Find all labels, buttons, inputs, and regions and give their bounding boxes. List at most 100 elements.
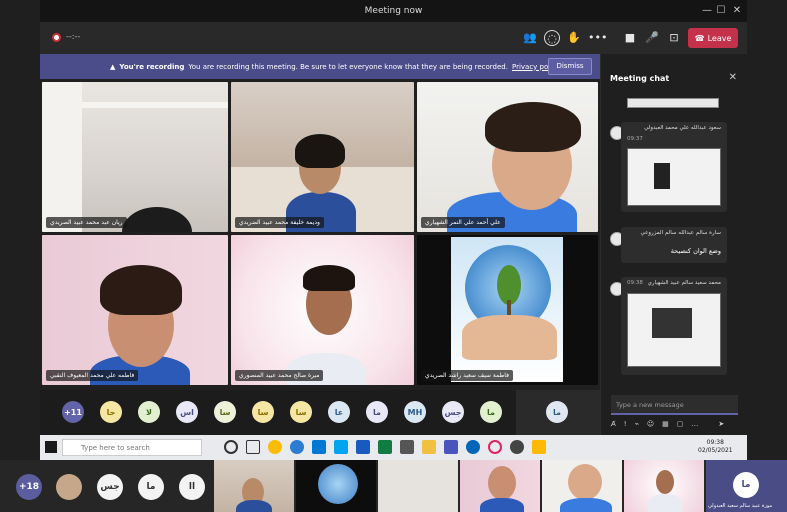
more-participants-badge[interactable]: +18 (16, 474, 42, 500)
participant-name: ميرة صالح محمد عبيد المنصوري (235, 370, 324, 381)
edge-new-icon[interactable] (466, 440, 480, 454)
video-thumbnail[interactable] (460, 460, 540, 512)
participant-avatar[interactable]: ما (480, 401, 502, 423)
taskbar-search-input[interactable]: Type here to search (62, 439, 202, 456)
participant-avatar[interactable]: جس (442, 401, 464, 423)
chat-title: Meeting chat (610, 74, 670, 83)
windows-start-icon[interactable] (45, 441, 57, 453)
participant-avatar[interactable]: لا (138, 401, 160, 423)
cortana-icon[interactable] (224, 440, 238, 454)
video-thumbnail[interactable] (296, 460, 376, 512)
chat-icon[interactable]: ◌ (544, 30, 560, 46)
participant-name: ريان عبد محمد عبيد الصريدي (46, 217, 127, 228)
video-tile[interactable]: علي أحمد علي النمر الشهياري (417, 82, 598, 232)
banner-heading: You're recording (119, 62, 185, 71)
participant-avatar[interactable]: سا (252, 401, 274, 423)
format-icon[interactable]: A̸ (611, 420, 616, 432)
video-thumbnail[interactable] (624, 460, 704, 512)
compose-toolbar: A̸ ! ⌁ ☺ ▦ ▢ … ➤ (611, 420, 741, 432)
participant-avatar-bar: +11 حا لا اس سا سا سا عا ما MH جس ما ما (40, 390, 600, 435)
chrome-icon[interactable] (268, 440, 282, 454)
chat-time: 09:38 (627, 280, 643, 286)
self-avatar: ما (733, 472, 759, 498)
video-grid: ريان عبد محمد عبيد الصريدي وديمة خليفة م… (40, 79, 600, 390)
store-icon[interactable] (400, 440, 414, 454)
sticky-notes-icon[interactable] (532, 440, 546, 454)
share-screen-icon[interactable]: ⊡ (666, 30, 682, 46)
chat-compose-input[interactable]: Type a new message (611, 395, 738, 415)
chat-message: محمد سعيد سالم عبيد الشهياري 09:38 (621, 277, 727, 375)
participant-avatar[interactable]: جس (97, 474, 123, 500)
meeting-toolbar: --:-- 👥 ◌ ✋ ••• ■ 🎤 ⊡ ☎ Leave (40, 22, 747, 54)
more-options-icon[interactable]: ••• (588, 30, 607, 46)
self-avatar[interactable]: ما (546, 401, 568, 423)
close-chat-icon[interactable]: ✕ (729, 72, 737, 83)
video-tile[interactable]: فاطمة سيف سعيد راشد الصريدي (417, 235, 598, 385)
participant-avatar[interactable]: MH (404, 401, 426, 423)
skype-icon[interactable] (334, 440, 348, 454)
meeting-timer: --:-- (66, 32, 81, 41)
video-thumbnail[interactable] (378, 460, 458, 512)
participants-icon[interactable]: 👥 (522, 30, 538, 46)
chat-message: سعود عبدالله علي محمد العبدولي 09:37 (621, 122, 727, 212)
clock-date: 02/05/2021 (698, 447, 733, 454)
opera-icon[interactable] (488, 440, 502, 454)
chat-image-preview[interactable] (627, 98, 719, 108)
video-tile[interactable]: فاطمه علي محمد المعيوف النقبي (42, 235, 228, 385)
recording-indicator-icon (52, 33, 61, 42)
participant-avatar[interactable] (56, 474, 82, 500)
chat-sender: سارة سالم عبدالله سالم المزروعي (640, 230, 721, 236)
reactions-icon[interactable]: ✋ (566, 30, 582, 46)
camera-icon[interactable]: ■ (622, 30, 638, 46)
task-view-icon[interactable] (246, 440, 260, 454)
participant-avatar[interactable]: سا (214, 401, 236, 423)
chat-time: 09:37 (627, 136, 643, 142)
word-icon[interactable] (356, 440, 370, 454)
close-window-icon[interactable]: ✕ (730, 4, 744, 18)
video-tile[interactable]: ميرة صالح محمد عبيد المنصوري (231, 235, 414, 385)
taskbar-clock[interactable]: 09:38 02/05/2021 (698, 439, 733, 455)
more-icon[interactable]: … (691, 420, 698, 432)
app-icon[interactable] (510, 440, 524, 454)
participant-avatar[interactable]: ما (366, 401, 388, 423)
dismiss-button[interactable]: Dismiss (548, 58, 592, 75)
chat-text: وضع الوان كنصيحة (670, 247, 721, 255)
video-tile[interactable]: ريان عبد محمد عبيد الصريدي (42, 82, 228, 232)
clock-time: 09:38 (706, 439, 724, 446)
participant-avatar[interactable]: حا (100, 401, 122, 423)
video-thumbnail[interactable] (214, 460, 294, 512)
minimize-icon[interactable]: — (700, 4, 714, 18)
chat-image-attachment[interactable] (627, 148, 721, 206)
teams-icon[interactable] (444, 440, 458, 454)
participant-avatar[interactable]: اس (176, 401, 198, 423)
emoji-icon[interactable]: ☺ (647, 420, 654, 432)
maximize-icon[interactable]: ☐ (714, 4, 728, 18)
leave-label: Leave (707, 33, 732, 43)
gif-icon[interactable]: ▦ (662, 420, 669, 432)
important-icon[interactable]: ! (624, 420, 627, 432)
participant-name: علي أحمد علي النمر الشهياري (421, 217, 505, 228)
send-icon[interactable]: ➤ (718, 420, 724, 432)
secondary-participant-strip: +18 جس ما اا ما موزة عبيد سالم سعيد العب… (0, 460, 787, 512)
video-tile[interactable]: وديمة خليفة محمد عبيد الضريدي (231, 82, 414, 232)
warning-icon: ▲ (110, 62, 116, 71)
self-tile[interactable]: ما موزة عبيد سالم سعيد العبدولي (706, 460, 787, 512)
sticker-icon[interactable]: ▢ (677, 420, 684, 432)
excel-icon[interactable] (378, 440, 392, 454)
attach-icon[interactable]: ⌁ (635, 420, 639, 432)
microphone-icon[interactable]: 🎤 (644, 30, 660, 46)
chat-message: سارة سالم عبدالله سالم المزروعي وضع الوا… (621, 227, 727, 263)
phone-hangup-icon: ☎ (694, 33, 705, 43)
participant-avatar[interactable]: اا (179, 474, 205, 500)
participant-avatar[interactable]: سا (290, 401, 312, 423)
file-explorer-icon[interactable] (422, 440, 436, 454)
chat-image-attachment[interactable] (627, 293, 721, 367)
video-thumbnail[interactable] (542, 460, 622, 512)
edge-icon[interactable] (290, 440, 304, 454)
participant-avatar[interactable]: ما (138, 474, 164, 500)
mail-icon[interactable] (312, 440, 326, 454)
participant-avatar[interactable]: عا (328, 401, 350, 423)
leave-button[interactable]: ☎ Leave (688, 28, 738, 48)
windows-taskbar: Type here to search 09:38 02/05/2021 (40, 435, 747, 460)
more-participants-badge[interactable]: +11 (62, 401, 84, 423)
